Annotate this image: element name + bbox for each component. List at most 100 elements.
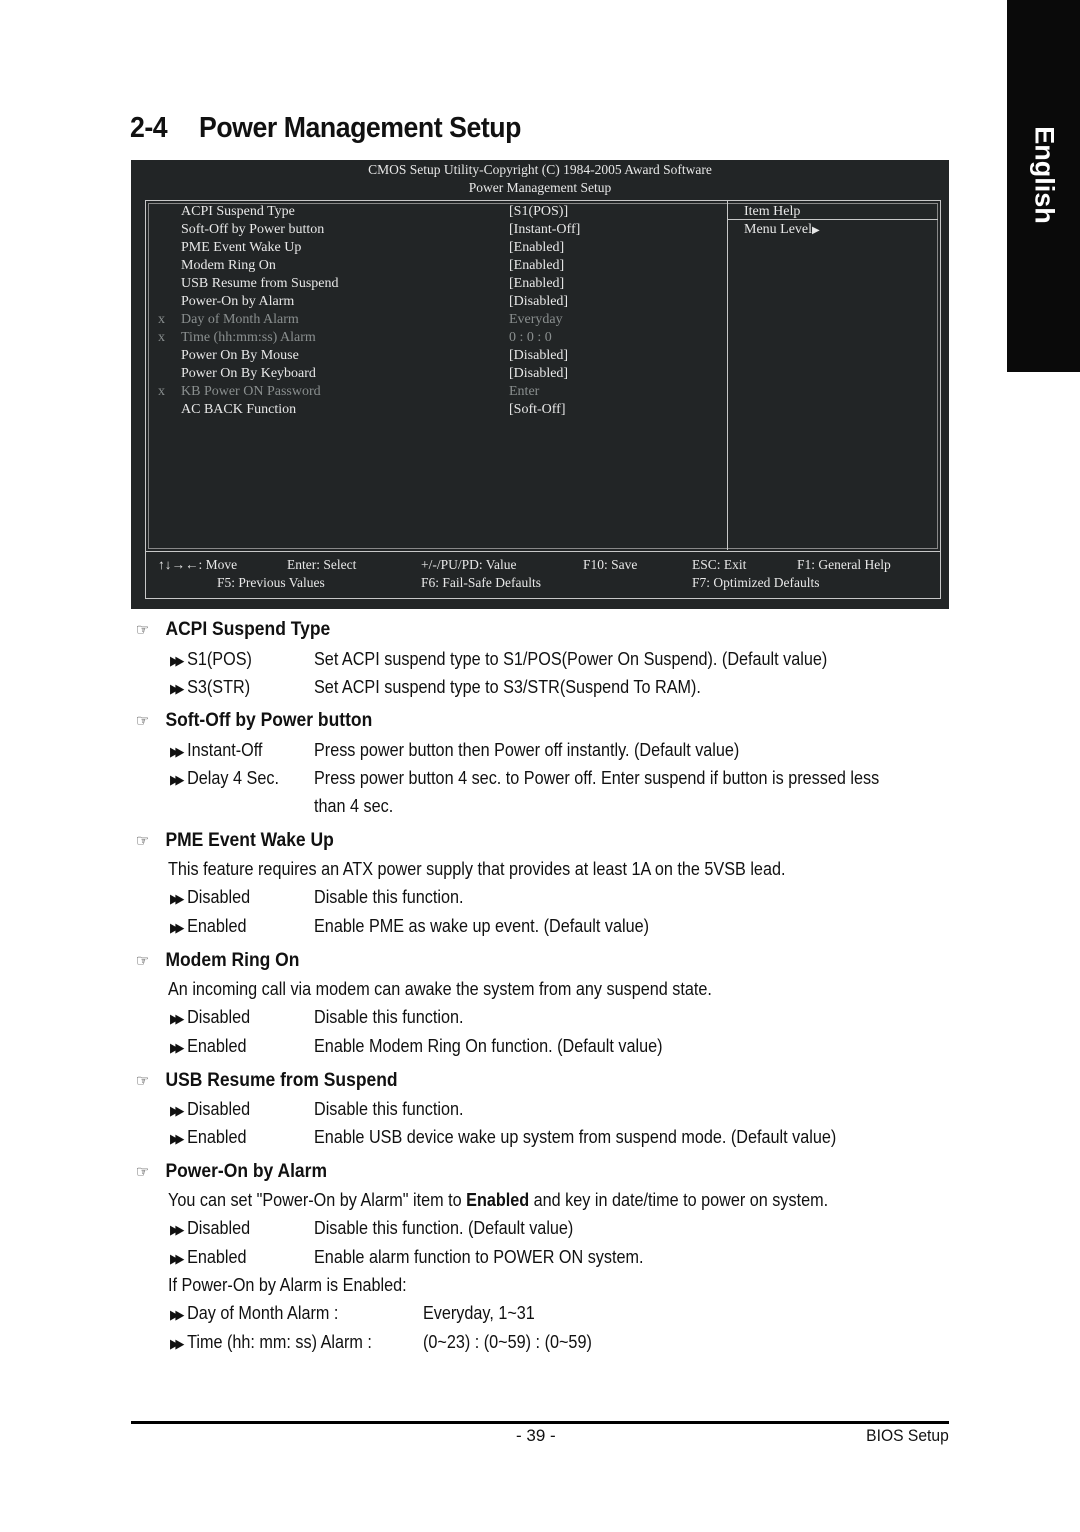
setting-value[interactable]: [Instant-Off] xyxy=(509,221,580,239)
bios-setting-row[interactable]: ACPI Suspend Type [S1(POS)] xyxy=(131,203,721,221)
double-arrow-icon: ▶▶ xyxy=(170,1222,184,1237)
key-save: F10: Save xyxy=(583,557,638,572)
menu-level: Menu Level▶ xyxy=(744,221,820,240)
option-label: S3(STR) xyxy=(187,677,251,697)
key-move: ↑↓→←: Move xyxy=(158,557,238,572)
option-label: Disabled xyxy=(187,1218,251,1238)
disabled-mark: x xyxy=(158,384,165,399)
option-label: Delay 4 Sec. xyxy=(187,768,279,788)
pointing-hand-icon: ☞ xyxy=(136,953,150,970)
setting-value[interactable]: [Enabled] xyxy=(509,239,564,257)
pointing-hand-icon: ☞ xyxy=(136,1164,150,1181)
section-intro: An incoming call via modem can awake the… xyxy=(168,979,712,999)
menu-level-label: Menu Level xyxy=(744,222,813,237)
bios-setting-row[interactable]: x Time (hh:mm:ss) Alarm 0 : 0 : 0 xyxy=(131,329,721,347)
bios-setting-row[interactable]: PME Event Wake Up [Enabled] xyxy=(131,239,721,257)
double-arrow-icon: ▶▶ xyxy=(170,1131,184,1146)
key-previous: F5: Previous Values xyxy=(217,575,325,590)
section-intro: You can set "Power-On by Alarm" item to … xyxy=(168,1190,828,1211)
acpi-heading: ☞ ACPI Suspend Type xyxy=(136,619,347,641)
bios-header: CMOS Setup Utility-Copyright (C) 1984-20… xyxy=(131,160,949,197)
modem-heading: ☞ Modem Ring On xyxy=(136,950,314,972)
option-description: (0~23) : (0~59) : (0~59) xyxy=(423,1332,592,1352)
option-description: Disable this function. xyxy=(314,887,464,907)
pointing-hand-icon: ☞ xyxy=(136,713,150,730)
setting-value[interactable]: [Disabled] xyxy=(509,347,568,365)
option-description: Press power button then Power off instan… xyxy=(314,740,740,760)
bios-setting-row[interactable]: USB Resume from Suspend [Enabled] xyxy=(131,275,721,293)
setting-value[interactable]: Enter xyxy=(509,383,539,401)
setting-value[interactable]: [S1(POS)] xyxy=(509,203,568,221)
conditional-note: If Power-On by Alarm is Enabled: xyxy=(168,1275,407,1295)
intro-bold: Enabled xyxy=(466,1190,530,1210)
setting-value[interactable]: [Enabled] xyxy=(509,275,564,293)
setting-label: Power On By Keyboard xyxy=(181,366,316,381)
double-arrow-icon: ▶▶ xyxy=(170,1103,184,1118)
double-arrow-icon: ▶▶ xyxy=(170,1011,184,1026)
key-failsafe: F6: Fail-Safe Defaults xyxy=(421,575,541,590)
pointing-hand-icon: ☞ xyxy=(136,1073,150,1090)
option-label: Time (hh: mm: ss) Alarm : xyxy=(187,1332,372,1352)
option-label: Disabled xyxy=(187,1099,251,1119)
option-name: ▶▶ Disabled xyxy=(170,1007,250,1028)
bios-setting-row[interactable]: x Day of Month Alarm Everyday xyxy=(131,311,721,329)
option-label: Instant-Off xyxy=(187,740,263,760)
option-description: Everyday, 1~31 xyxy=(423,1303,535,1323)
setting-value[interactable]: [Enabled] xyxy=(509,257,564,275)
language-tab: English xyxy=(1007,0,1080,372)
bios-setting-row[interactable]: AC BACK Function [Soft-Off] xyxy=(131,401,721,419)
option-name: ▶▶ Enabled xyxy=(170,1247,247,1268)
option-name: ▶▶ Disabled xyxy=(170,1099,250,1120)
item-help-title: Item Help xyxy=(744,204,801,219)
setting-value[interactable]: [Soft-Off] xyxy=(509,401,566,419)
bios-divider xyxy=(727,201,728,550)
double-arrow-icon: ▶▶ xyxy=(170,1251,184,1266)
option-label: Enabled xyxy=(187,1127,247,1147)
option-description: Enable PME as wake up event. (Default va… xyxy=(314,916,649,936)
option-description: Enable alarm function to POWER ON system… xyxy=(314,1247,644,1267)
setting-value[interactable]: [Disabled] xyxy=(509,365,568,383)
bios-setting-row[interactable]: Power On By Mouse [Disabled] xyxy=(131,347,721,365)
section-title: Power Management Setup xyxy=(199,112,521,144)
bios-setting-row[interactable]: Power-On by Alarm [Disabled] xyxy=(131,293,721,311)
option-name: ▶▶ Disabled xyxy=(170,1218,250,1239)
setting-label: ACPI Suspend Type xyxy=(181,204,295,219)
double-arrow-icon: ▶▶ xyxy=(170,653,184,668)
key-select: Enter: Select xyxy=(287,557,357,572)
alarm-heading: ☞ Power-On by Alarm xyxy=(136,1161,344,1183)
bios-setting-row[interactable]: Modem Ring On [Enabled] xyxy=(131,257,721,275)
menu-level-arrow-icon: ▶ xyxy=(812,225,820,236)
option-description: Set ACPI suspend type to S3/STR(Suspend … xyxy=(314,677,701,697)
option-name: ▶▶ Instant-Off xyxy=(170,740,262,761)
option-name: ▶▶ Disabled xyxy=(170,887,250,908)
section-intro: This feature requires an ATX power suppl… xyxy=(168,859,786,879)
option-description: Disable this function. (Default value) xyxy=(314,1218,574,1238)
double-arrow-icon: ▶▶ xyxy=(170,1307,184,1322)
footer-rule xyxy=(131,1421,949,1424)
option-name: ▶▶ Delay 4 Sec. xyxy=(170,768,279,789)
language-label: English xyxy=(1029,126,1059,224)
bios-menu-title: Power Management Setup xyxy=(468,180,612,195)
double-arrow-icon: ▶▶ xyxy=(170,681,184,696)
key-exit: ESC: Exit xyxy=(692,557,747,572)
pme-heading: ☞ PME Event Wake Up xyxy=(136,830,351,852)
setting-value[interactable]: 0 : 0 : 0 xyxy=(509,329,552,347)
option-description: Enable Modem Ring On function. (Default … xyxy=(314,1036,663,1056)
intro-text: You can set "Power-On by Alarm" item to xyxy=(168,1190,467,1210)
option-name: ▶▶ S1(POS) xyxy=(170,649,252,670)
option-name: ▶▶ S3(STR) xyxy=(170,677,250,698)
bios-setting-row[interactable]: Power On By Keyboard [Disabled] xyxy=(131,365,721,383)
bios-setting-row[interactable]: x KB Power ON Password Enter xyxy=(131,383,721,401)
setting-label: AC BACK Function xyxy=(181,402,297,417)
heading-text: PME Event Wake Up xyxy=(165,830,334,851)
setting-value[interactable]: [Disabled] xyxy=(509,293,568,311)
setting-label: Soft-Off by Power button xyxy=(181,222,325,237)
option-label: Enabled xyxy=(187,916,247,936)
bios-setting-row[interactable]: Soft-Off by Power button [Instant-Off] xyxy=(131,221,721,239)
setting-value[interactable]: Everyday xyxy=(509,311,563,329)
option-description: Enable USB device wake up system from su… xyxy=(314,1127,837,1147)
intro-text: and key in date/time to power on system. xyxy=(529,1190,829,1210)
option-description: Press power button 4 sec. to Power off. … xyxy=(314,768,880,788)
option-label: Enabled xyxy=(187,1036,247,1056)
double-arrow-icon: ▶▶ xyxy=(170,891,184,906)
